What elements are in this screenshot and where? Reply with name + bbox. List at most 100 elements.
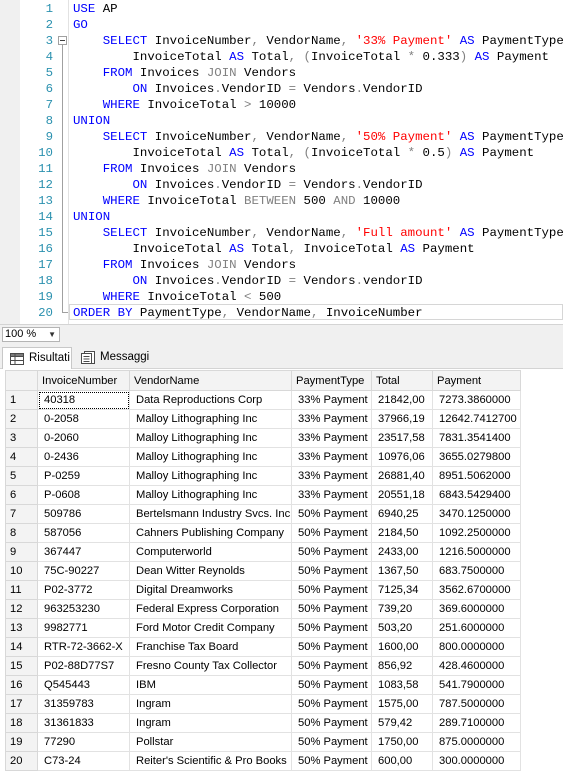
- table-cell[interactable]: 75C-90227: [37, 561, 130, 581]
- code-line[interactable]: 19 WHERE InvoiceTotal < 500: [0, 289, 563, 305]
- table-cell[interactable]: 50% Payment: [291, 637, 372, 657]
- table-cell[interactable]: 1367,50: [371, 561, 433, 581]
- table-cell[interactable]: 50% Payment: [291, 561, 372, 581]
- table-cell[interactable]: Malloy Lithographing Inc: [129, 409, 292, 429]
- row-number[interactable]: 3: [5, 428, 38, 448]
- table-cell[interactable]: 33% Payment: [291, 428, 372, 448]
- table-cell[interactable]: 1575,00: [371, 694, 433, 714]
- row-number[interactable]: 9: [5, 542, 38, 562]
- corner-cell[interactable]: [5, 370, 38, 391]
- table-cell[interactable]: 20551,18: [371, 485, 433, 505]
- table-cell[interactable]: P02-88D77S7: [37, 656, 130, 676]
- code-line[interactable]: 6 ON Invoices.VendorID = Vendors.VendorI…: [0, 81, 563, 97]
- table-row[interactable]: 19 77290 Pollstar 50% Payment 1750,00 875.000…: [5, 732, 521, 752]
- query-editor[interactable]: 1 USE AP 2 GO 3 SELECT InvoiceNumber, Vendor…: [0, 0, 563, 324]
- table-row[interactable]: 9 367447 Computerworld 50% Payment 2433,00 12…: [5, 542, 521, 562]
- code-line[interactable]: 1 USE AP: [0, 1, 563, 17]
- table-cell[interactable]: 21842,00: [371, 390, 433, 410]
- row-number[interactable]: 16: [5, 675, 38, 695]
- table-row[interactable]: 8 587056 Cahners Publishing Company 50% Pay…: [5, 523, 521, 543]
- row-number[interactable]: 20: [5, 751, 38, 771]
- code-line[interactable]: 13 WHERE InvoiceTotal BETWEEN 500 AND 10…: [0, 193, 563, 209]
- column-header[interactable]: InvoiceNumber: [37, 370, 130, 391]
- table-cell[interactable]: 12642.7412700: [432, 409, 521, 429]
- table-row[interactable]: 10 75C-90227 Dean Witter Reynolds 50% Payme…: [5, 561, 521, 581]
- column-header[interactable]: VendorName: [129, 370, 292, 391]
- table-cell[interactable]: 367447: [37, 542, 130, 562]
- code-line[interactable]: 16 InvoiceTotal AS Total, InvoiceTotal A…: [0, 241, 563, 257]
- column-header[interactable]: Total: [371, 370, 433, 391]
- row-number[interactable]: 13: [5, 618, 38, 638]
- table-cell[interactable]: 50% Payment: [291, 732, 372, 752]
- table-cell[interactable]: 2433,00: [371, 542, 433, 562]
- table-cell[interactable]: 33% Payment: [291, 485, 372, 505]
- table-cell[interactable]: 289.7100000: [432, 713, 521, 733]
- table-cell[interactable]: 1600,00: [371, 637, 433, 657]
- table-cell[interactable]: Malloy Lithographing Inc: [129, 485, 292, 505]
- table-cell[interactable]: Federal Express Corporation: [129, 599, 292, 619]
- table-cell[interactable]: 7125,34: [371, 580, 433, 600]
- table-cell[interactable]: 1083,58: [371, 675, 433, 695]
- row-number[interactable]: 6: [5, 485, 38, 505]
- code-line[interactable]: 15 SELECT InvoiceNumber, VendorName, 'Fu…: [0, 225, 563, 241]
- table-row[interactable]: 3 0-2060 Malloy Lithographing Inc 33% Payme…: [5, 428, 521, 448]
- table-row[interactable]: 14 RTR-72-3662-X Franchise Tax Board 50% Pa…: [5, 637, 521, 657]
- code-line[interactable]: 7 WHERE InvoiceTotal > 10000: [0, 97, 563, 113]
- table-cell[interactable]: 428.4600000: [432, 656, 521, 676]
- table-row[interactable]: 2 0-2058 Malloy Lithographing Inc 33% Payme…: [5, 409, 521, 429]
- table-cell[interactable]: 50% Payment: [291, 713, 372, 733]
- zoom-select[interactable]: 100 % ▼: [2, 327, 60, 342]
- tab-messages[interactable]: Messaggi: [74, 347, 154, 369]
- table-cell[interactable]: IBM: [129, 675, 292, 695]
- table-cell[interactable]: 1750,00: [371, 732, 433, 752]
- table-row[interactable]: 17 31359783 Ingram 50% Payment 1575,00 787.50…: [5, 694, 521, 714]
- table-row[interactable]: 13 9982771 Ford Motor Credit Company 50% Pa…: [5, 618, 521, 638]
- table-cell[interactable]: Ingram: [129, 713, 292, 733]
- table-cell[interactable]: 50% Payment: [291, 694, 372, 714]
- table-cell[interactable]: 33% Payment: [291, 466, 372, 486]
- table-cell[interactable]: 3470.1250000: [432, 504, 521, 524]
- table-cell[interactable]: P-0259: [37, 466, 130, 486]
- table-cell[interactable]: 40318: [37, 390, 130, 410]
- table-cell[interactable]: Dean Witter Reynolds: [129, 561, 292, 581]
- table-cell[interactable]: 77290: [37, 732, 130, 752]
- table-cell[interactable]: 856,92: [371, 656, 433, 676]
- table-cell[interactable]: Fresno County Tax Collector: [129, 656, 292, 676]
- code-line[interactable]: 2 GO: [0, 17, 563, 33]
- table-cell[interactable]: 963253230: [37, 599, 130, 619]
- row-number[interactable]: 15: [5, 656, 38, 676]
- table-cell[interactable]: 683.7500000: [432, 561, 521, 581]
- table-cell[interactable]: 787.5000000: [432, 694, 521, 714]
- code-line[interactable]: 17 FROM Invoices JOIN Vendors: [0, 257, 563, 273]
- row-number[interactable]: 10: [5, 561, 38, 581]
- table-cell[interactable]: Cahners Publishing Company: [129, 523, 292, 543]
- table-cell[interactable]: 509786: [37, 504, 130, 524]
- table-row[interactable]: 11 P02-3772 Digital Dreamworks 50% Payment 7…: [5, 580, 521, 600]
- table-cell[interactable]: 50% Payment: [291, 675, 372, 695]
- code-line[interactable]: 12 ON Invoices.VendorID = Vendors.Vendor…: [0, 177, 563, 193]
- row-number[interactable]: 1: [5, 390, 38, 410]
- table-row[interactable]: 12 963253230 Federal Express Corporation 50…: [5, 599, 521, 619]
- table-cell[interactable]: Digital Dreamworks: [129, 580, 292, 600]
- table-cell[interactable]: 579,42: [371, 713, 433, 733]
- table-cell[interactable]: 50% Payment: [291, 656, 372, 676]
- table-cell[interactable]: Ford Motor Credit Company: [129, 618, 292, 638]
- table-cell[interactable]: 50% Payment: [291, 542, 372, 562]
- code-line[interactable]: 5 FROM Invoices JOIN Vendors: [0, 65, 563, 81]
- code-line[interactable]: 11 FROM Invoices JOIN Vendors: [0, 161, 563, 177]
- row-number[interactable]: 7: [5, 504, 38, 524]
- table-cell[interactable]: C73-24: [37, 751, 130, 771]
- table-cell[interactable]: 50% Payment: [291, 504, 372, 524]
- table-cell[interactable]: Ingram: [129, 694, 292, 714]
- table-row[interactable]: 1 40318 Data Reproductions Corp 33% Payment…: [5, 390, 521, 410]
- table-row[interactable]: 20 C73-24 Reiter's Scientific & Pro Books 5…: [5, 751, 521, 771]
- table-cell[interactable]: 369.6000000: [432, 599, 521, 619]
- table-cell[interactable]: 50% Payment: [291, 751, 372, 771]
- table-cell[interactable]: Franchise Tax Board: [129, 637, 292, 657]
- table-cell[interactable]: 739,20: [371, 599, 433, 619]
- table-cell[interactable]: 6940,25: [371, 504, 433, 524]
- row-number[interactable]: 12: [5, 599, 38, 619]
- row-number[interactable]: 8: [5, 523, 38, 543]
- table-cell[interactable]: 1092.2500000: [432, 523, 521, 543]
- tab-results[interactable]: Risultati: [2, 347, 72, 369]
